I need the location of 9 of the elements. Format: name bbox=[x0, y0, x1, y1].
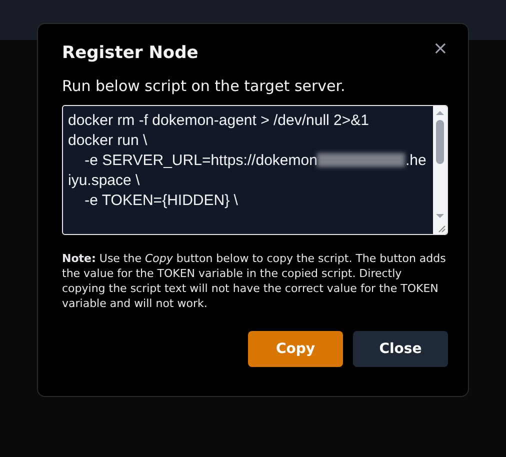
script-field[interactable]: docker rm -f dokemon-agent > /dev/null 2>&1 docker run \ -e SERVER_URL=https://dokemon .heiyu.space \ -e TOKEN={HIDDEN} \ bbox=[62, 105, 448, 235]
instruction-text: Run below script on the target server. bbox=[62, 77, 346, 95]
note-text: Note: Use the Copy button below to copy the script. The button adds the value for the TOKEN variable in the copied script. Directly copying the script text will not have the correct value for the TOKEN variable and will not work. bbox=[62, 251, 447, 311]
scroll-down-icon[interactable] bbox=[435, 212, 445, 220]
scrollbar[interactable] bbox=[433, 106, 447, 234]
scrollbar-thumb[interactable] bbox=[436, 120, 444, 164]
scroll-up-icon[interactable] bbox=[435, 109, 445, 117]
close-button[interactable]: Close bbox=[353, 331, 448, 367]
dialog-title: Register Node bbox=[62, 43, 198, 63]
